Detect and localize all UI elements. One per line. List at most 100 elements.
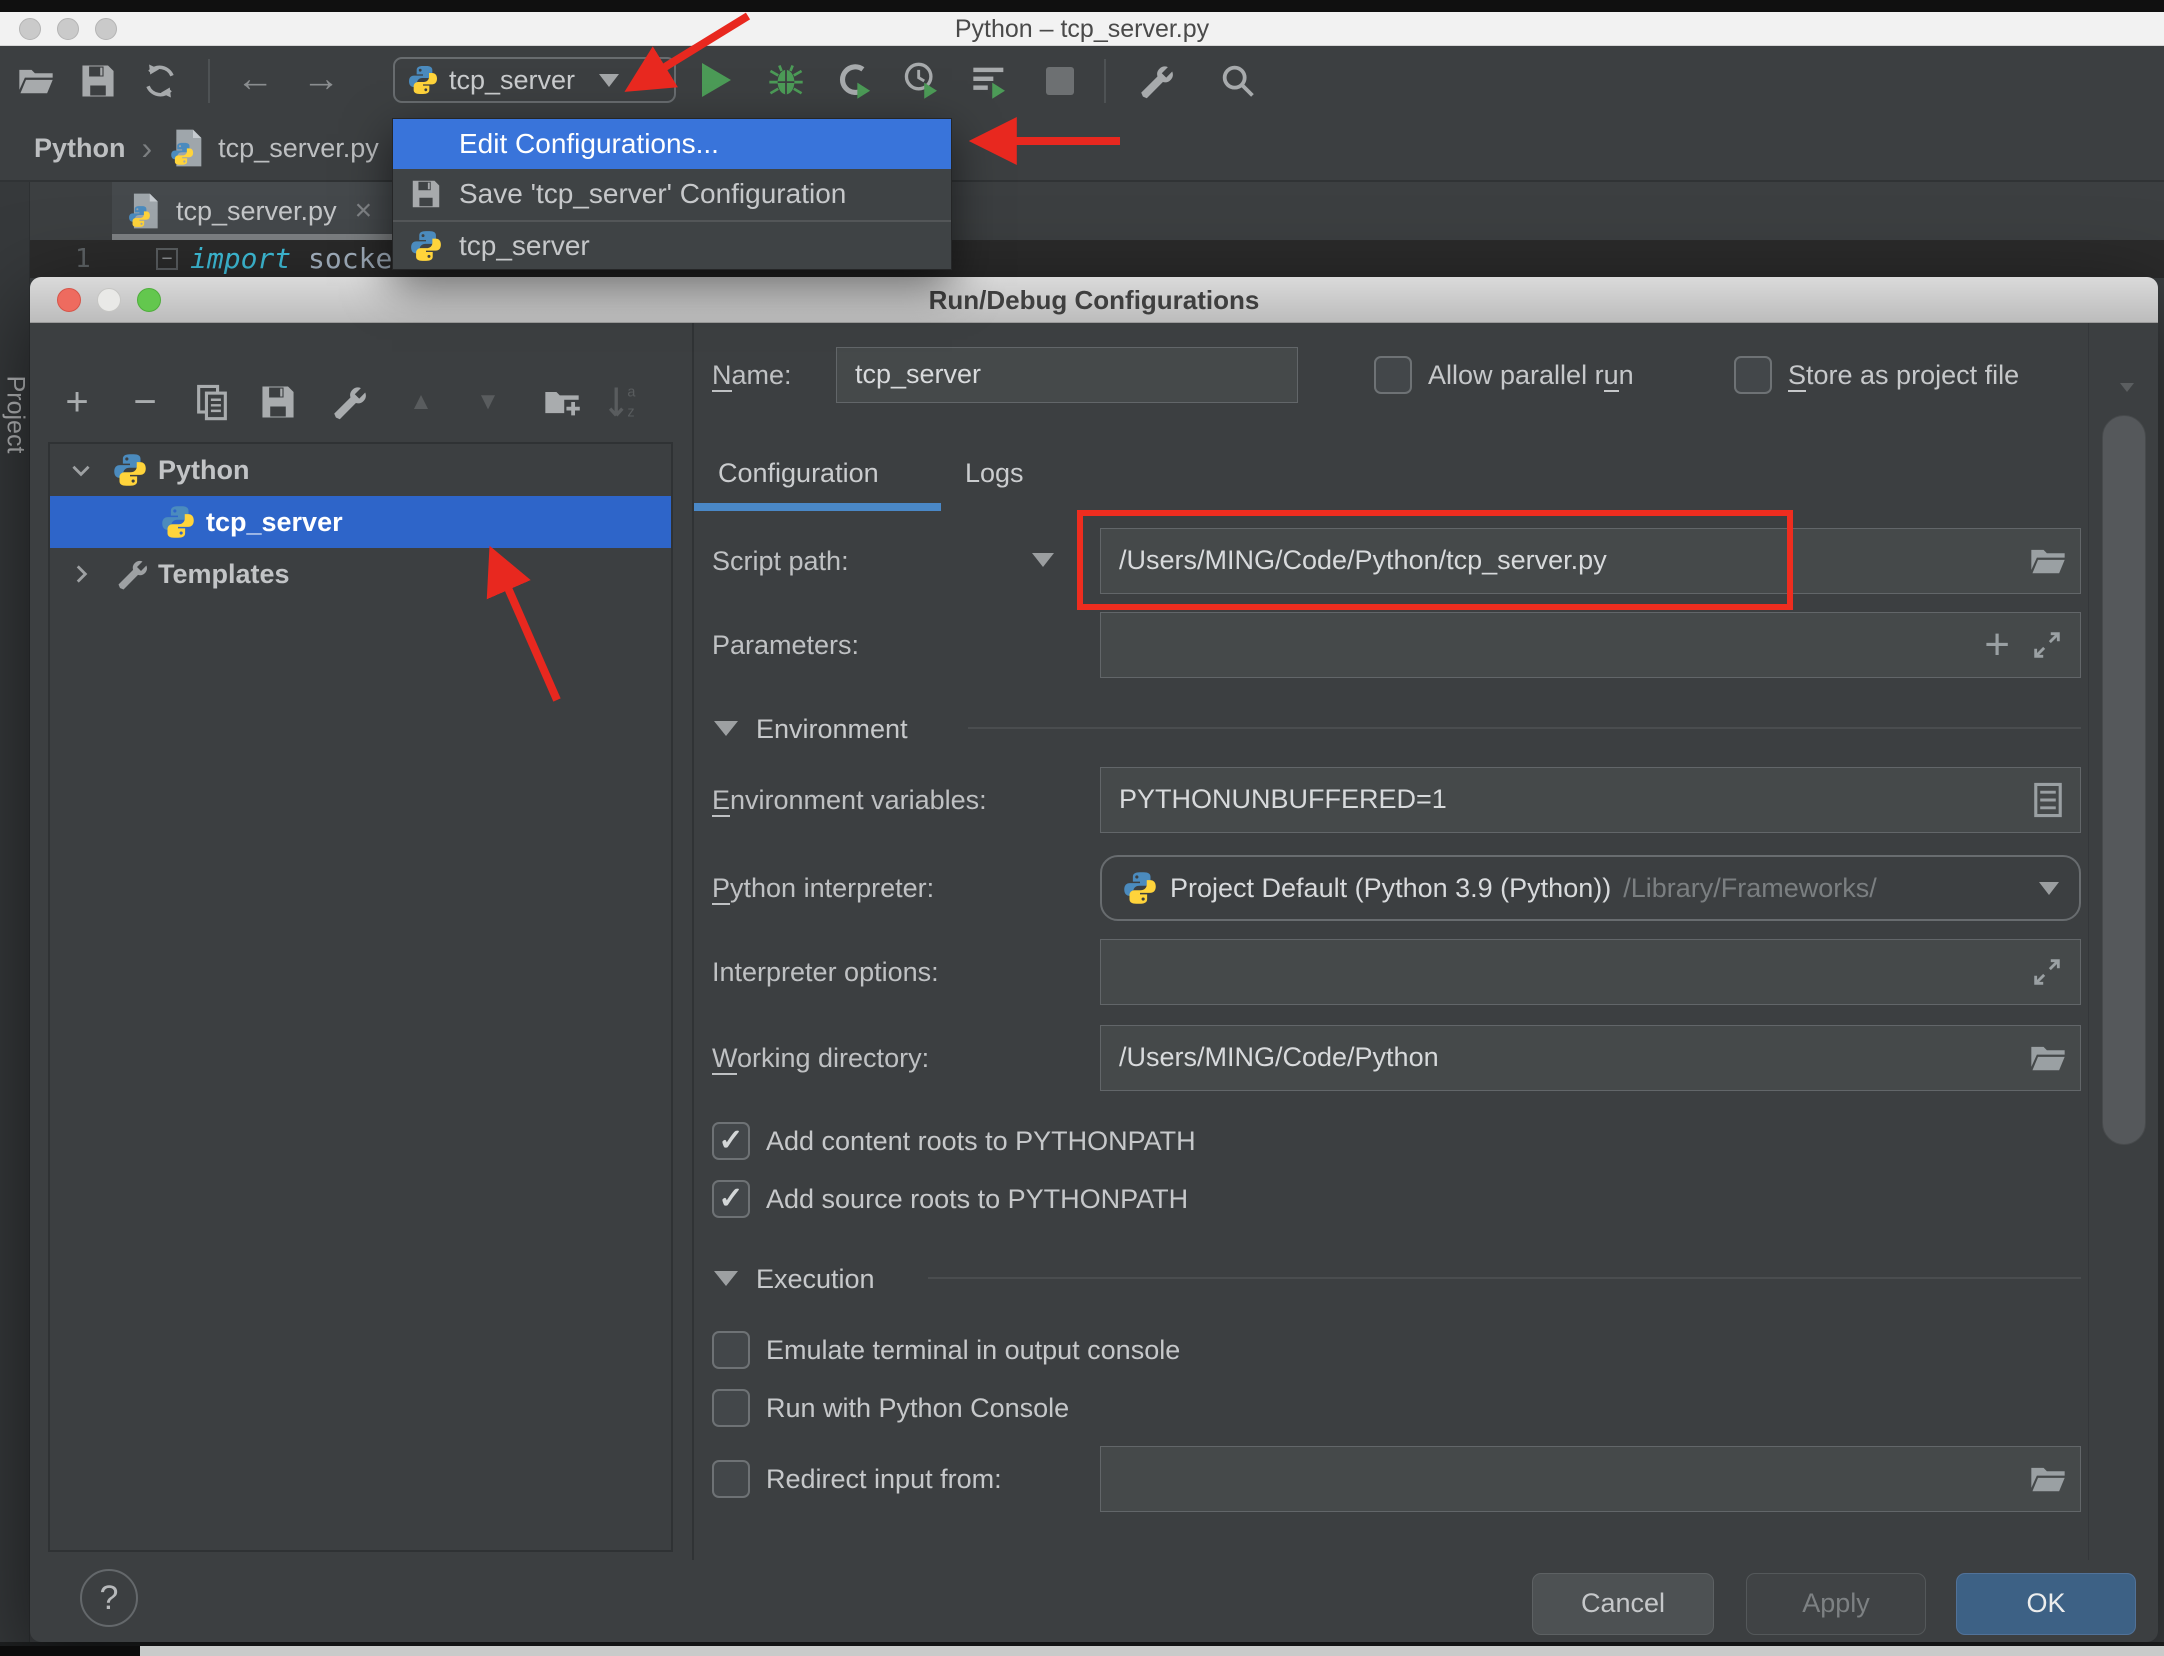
main-toolbar: ← → tcp_server xyxy=(0,46,2164,116)
allow-parallel-run-checkbox[interactable] xyxy=(1374,356,1412,394)
save-all-icon[interactable] xyxy=(78,61,118,101)
edit-templates-icon[interactable] xyxy=(327,382,367,422)
toolbar-separator xyxy=(208,59,210,103)
script-path-input[interactable]: /Users/MING/Code/Python/tcp_server.py xyxy=(1100,528,2081,594)
chevron-down-icon[interactable] xyxy=(68,457,94,483)
configurations-tree: Python tcp_server Templates xyxy=(48,442,673,1552)
forward-icon[interactable]: → xyxy=(302,52,340,106)
breadcrumb-project[interactable]: Python xyxy=(34,133,126,164)
tree-item-label: Templates xyxy=(158,559,290,590)
save-icon xyxy=(409,177,443,211)
python-logo-icon xyxy=(407,64,439,96)
run-configuration-name: tcp_server xyxy=(449,65,575,96)
chevron-down-icon xyxy=(2039,882,2059,895)
add-content-roots-checkbox[interactable]: ✓ xyxy=(712,1122,750,1160)
sync-icon[interactable] xyxy=(140,61,180,101)
emulate-terminal-checkbox[interactable] xyxy=(712,1331,750,1369)
run-configuration-selector[interactable]: tcp_server xyxy=(393,57,676,103)
run-debug-configurations-dialog: Run/Debug Configurations + − ▲ ▼ Python … xyxy=(30,277,2158,1642)
environment-variables-value: PYTHONUNBUFFERED=1 xyxy=(1119,784,1447,814)
redirect-input-field[interactable] xyxy=(1100,1446,2081,1512)
browse-folder-icon[interactable] xyxy=(2028,541,2068,581)
editor-area: tcp_server.py × 1 − import socket xyxy=(30,182,2164,278)
python-logo-icon xyxy=(1122,870,1158,906)
run-icon[interactable] xyxy=(702,63,731,97)
menu-item-save-configuration[interactable]: Save 'tcp_server' Configuration xyxy=(393,169,951,219)
python-logo-icon xyxy=(160,504,196,540)
interpreter-value: Project Default (Python 3.9 (Python)) xyxy=(1170,873,1611,904)
ok-button[interactable]: OK xyxy=(1956,1573,2136,1635)
move-up-icon[interactable]: ▲ xyxy=(401,382,441,422)
profile-icon[interactable] xyxy=(902,61,942,101)
breadcrumb-file[interactable]: tcp_server.py xyxy=(218,133,379,164)
tree-item-tcp-server-selected[interactable]: tcp_server xyxy=(50,496,671,548)
tab-configuration[interactable]: Configuration xyxy=(718,451,879,495)
section-collapse-icon[interactable] xyxy=(714,1271,738,1286)
copy-configuration-icon[interactable] xyxy=(192,382,232,422)
parameters-input[interactable]: + xyxy=(1100,612,2081,678)
expand-icon[interactable] xyxy=(2030,628,2064,662)
python-logo-icon xyxy=(409,229,443,263)
editor-code-line[interactable]: 1 − import socket xyxy=(30,240,2164,278)
run-list-icon[interactable] xyxy=(970,61,1010,101)
menu-separator xyxy=(393,220,951,222)
section-collapse-icon[interactable] xyxy=(714,721,738,736)
redirect-input-checkbox[interactable] xyxy=(712,1460,750,1498)
store-as-project-file-checkbox[interactable] xyxy=(1734,356,1772,394)
tab-logs[interactable]: Logs xyxy=(965,451,1024,495)
wrench-icon[interactable] xyxy=(1134,61,1174,101)
fold-marker-icon[interactable]: − xyxy=(156,248,178,270)
section-divider xyxy=(928,1277,2081,1279)
apply-button[interactable]: Apply xyxy=(1746,1573,1926,1635)
tree-item-python-group[interactable]: Python xyxy=(50,444,671,496)
script-path-value: /Users/MING/Code/Python/tcp_server.py xyxy=(1119,545,1607,575)
browse-folder-icon[interactable] xyxy=(2028,1038,2068,1078)
save-configuration-icon[interactable] xyxy=(258,382,298,422)
cancel-button[interactable]: Cancel xyxy=(1532,1573,1714,1635)
interpreter-path: /Library/Frameworks/ xyxy=(1623,873,1877,904)
breadcrumb: Python › tcp_server.py xyxy=(0,116,2164,182)
name-input[interactable]: tcp_server xyxy=(836,347,1298,403)
line-number: 1 xyxy=(75,240,91,278)
help-button[interactable]: ? xyxy=(80,1569,138,1627)
sort-configurations-icon[interactable] xyxy=(604,382,644,422)
debug-icon[interactable] xyxy=(766,61,806,101)
browse-variables-icon[interactable] xyxy=(2028,780,2068,820)
tree-item-label: Python xyxy=(158,455,250,486)
interpreter-options-input[interactable] xyxy=(1100,939,2081,1005)
chevron-right-icon[interactable] xyxy=(68,561,94,587)
move-down-icon[interactable]: ▼ xyxy=(468,382,508,422)
remove-configuration-button[interactable]: − xyxy=(125,382,165,422)
add-source-roots-checkbox[interactable]: ✓ xyxy=(712,1180,750,1218)
editor-tab[interactable]: tcp_server.py × xyxy=(112,182,392,240)
browse-folder-icon[interactable] xyxy=(2028,1459,2068,1499)
run-with-coverage-icon[interactable] xyxy=(834,61,874,101)
toolbar-separator xyxy=(1104,59,1106,103)
code-text: import socket xyxy=(190,240,409,278)
execution-section-title[interactable]: Execution xyxy=(756,1257,875,1301)
close-icon[interactable]: × xyxy=(355,196,373,226)
project-tool-button[interactable]: Project xyxy=(1,345,30,485)
working-directory-input[interactable]: /Users/MING/Code/Python xyxy=(1100,1025,2081,1091)
add-configuration-button[interactable]: + xyxy=(57,382,97,422)
insert-macro-icon[interactable]: + xyxy=(1984,621,2010,669)
stop-icon[interactable] xyxy=(1046,67,1074,95)
menu-item-tcp-server[interactable]: tcp_server xyxy=(393,223,951,269)
project-tool-stripe: Project xyxy=(0,182,30,1656)
run-with-python-console-checkbox[interactable] xyxy=(712,1389,750,1427)
tree-item-templates[interactable]: Templates xyxy=(50,548,671,600)
scrollbar-track-border xyxy=(2088,323,2089,1560)
back-icon[interactable]: ← xyxy=(236,52,274,106)
expand-icon[interactable] xyxy=(2030,955,2064,989)
open-folder-icon[interactable] xyxy=(16,61,56,101)
search-icon[interactable] xyxy=(1218,61,1258,101)
chevron-down-icon[interactable] xyxy=(1032,553,1054,567)
environment-variables-input[interactable]: PYTHONUNBUFFERED=1 xyxy=(1100,767,2081,833)
environment-section-title[interactable]: Environment xyxy=(756,707,908,751)
menu-item-edit-configurations[interactable]: Edit Configurations... xyxy=(393,119,951,169)
name-label: Name: xyxy=(712,347,792,403)
parameters-label: Parameters: xyxy=(712,612,859,678)
scrollbar-thumb[interactable] xyxy=(2102,415,2146,1145)
python-interpreter-select[interactable]: Project Default (Python 3.9 (Python)) /L… xyxy=(1100,855,2081,921)
create-folder-icon[interactable] xyxy=(542,382,582,422)
